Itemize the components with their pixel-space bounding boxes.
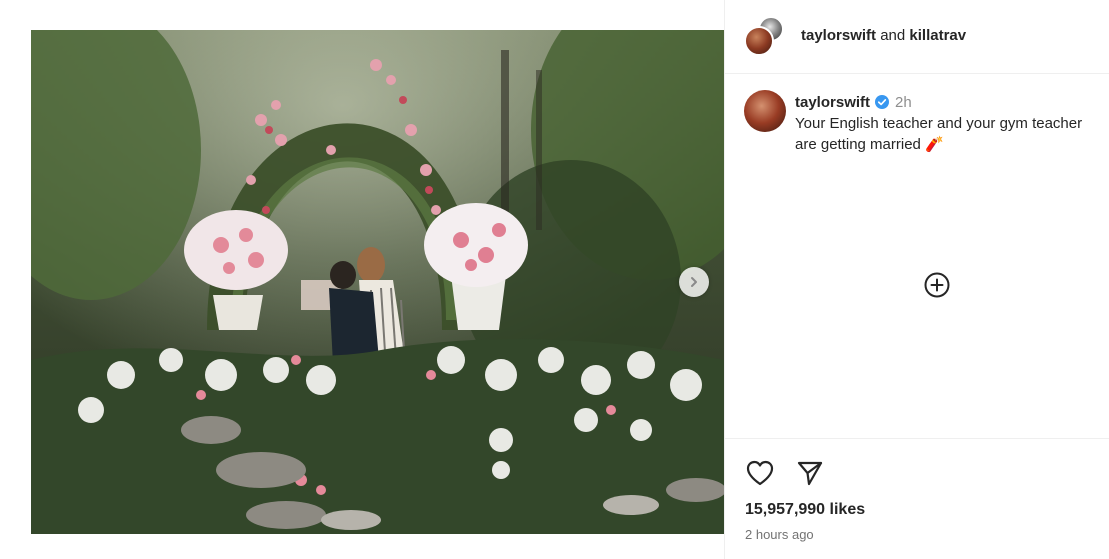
caption-timestamp[interactable]: 2h [895,94,912,111]
post-time-ago[interactable]: 2 hours ago [745,527,814,542]
like-count[interactable]: 15,957,990 likes [745,501,865,519]
post-sidebar: taylorswift and killatrav taylorswift 2h… [724,0,1109,559]
collab-avatars[interactable] [744,16,784,58]
verified-badge-icon [875,95,890,109]
post-actions: 15,957,990 likes 2 hours ago [724,438,1109,559]
username-link-1[interactable]: taylorswift [801,27,876,44]
avatar-taylorswift[interactable] [744,26,774,56]
caption-username[interactable]: taylorswift [795,94,870,111]
circle-plus-icon[interactable] [924,272,950,298]
post-media[interactable] [31,30,724,534]
heart-icon[interactable] [745,459,775,487]
caption-body: taylorswift 2h Your English teacher and … [795,92,1085,155]
username-link-2[interactable]: killatrav [909,27,966,44]
caption-text: Your English teacher and your gym teache… [795,115,1083,153]
username-connector: and [880,27,906,44]
collab-usernames: taylorswift and killatrav [801,27,966,45]
paper-plane-icon[interactable] [796,459,824,487]
post-photo [31,30,724,534]
chevron-right-icon [691,277,697,287]
post-header: taylorswift and killatrav [724,0,1109,74]
next-photo-button[interactable] [679,267,709,297]
caption-avatar[interactable] [744,90,786,132]
